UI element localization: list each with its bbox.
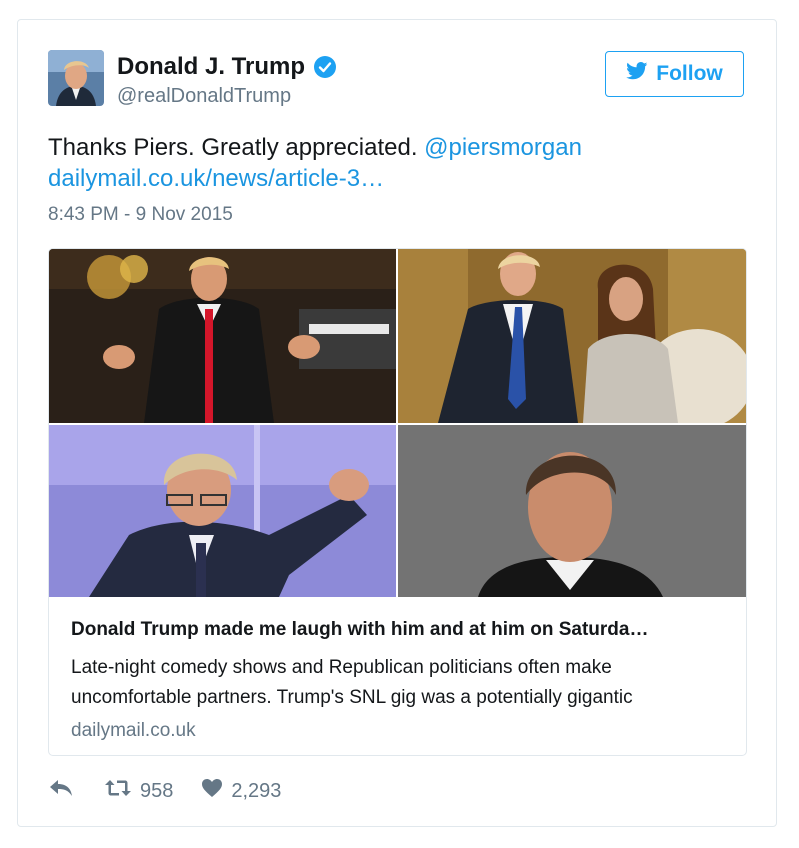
twitter-bird-icon bbox=[626, 62, 648, 86]
tweet-text-line-2: dailymail.co.uk/news/article-3… bbox=[48, 163, 748, 194]
tweet-text-line-1: Thanks Piers. Greatly appreciated. @pier… bbox=[48, 132, 748, 163]
reply-button[interactable] bbox=[48, 778, 74, 804]
article-link[interactable]: dailymail.co.uk/news/article-3… bbox=[48, 165, 384, 192]
heart-icon bbox=[201, 778, 223, 804]
retweet-count: 958 bbox=[140, 779, 174, 802]
photo-piers-morgan[interactable] bbox=[398, 425, 746, 597]
photo-grid bbox=[49, 249, 746, 597]
tweet-text: Thanks Piers. Greatly appreciated. @pier… bbox=[48, 132, 748, 194]
tweet-card: Donald J. Trump @realDonaldTrump Follow … bbox=[17, 19, 777, 827]
photo-stage-monologue[interactable] bbox=[49, 249, 396, 423]
retweet-button[interactable]: 958 bbox=[104, 778, 173, 804]
display-name-text[interactable]: Donald J. Trump bbox=[117, 53, 305, 81]
tweet-body-text: Thanks Piers. Greatly appreciated. bbox=[48, 134, 425, 161]
follow-button[interactable]: Follow bbox=[605, 51, 744, 97]
card-domain: dailymail.co.uk bbox=[71, 720, 196, 741]
follow-button-label: Follow bbox=[656, 62, 723, 85]
photo-skit-couch[interactable] bbox=[398, 249, 746, 423]
author-screen-name[interactable]: @realDonaldTrump bbox=[117, 85, 291, 108]
card-body: Donald Trump made me laugh with him and … bbox=[71, 606, 731, 742]
like-button[interactable]: 2,293 bbox=[201, 778, 281, 804]
tweet-timestamp[interactable]: 8:43 PM - 9 Nov 2015 bbox=[48, 204, 233, 226]
reply-icon bbox=[48, 778, 74, 804]
card-description: Late-night comedy shows and Republican p… bbox=[71, 653, 731, 713]
retweet-icon bbox=[104, 778, 132, 804]
mention-link[interactable]: @piersmorgan bbox=[424, 134, 582, 161]
photo-dancing-skit[interactable] bbox=[49, 425, 396, 597]
card-title[interactable]: Donald Trump made me laugh with him and … bbox=[71, 617, 731, 643]
tweet-actions: 958 2,293 bbox=[48, 778, 281, 804]
verified-badge-icon bbox=[313, 55, 337, 79]
author-display-name[interactable]: Donald J. Trump bbox=[117, 53, 337, 81]
card-description-line-2: uncomfortable partners. Trump's SNL gig … bbox=[71, 687, 633, 708]
author-avatar[interactable] bbox=[48, 50, 104, 106]
like-count: 2,293 bbox=[231, 779, 282, 802]
card-description-line-1: Late-night comedy shows and Republican p… bbox=[71, 657, 612, 678]
link-preview-card[interactable]: Donald Trump made me laugh with him and … bbox=[48, 248, 747, 756]
